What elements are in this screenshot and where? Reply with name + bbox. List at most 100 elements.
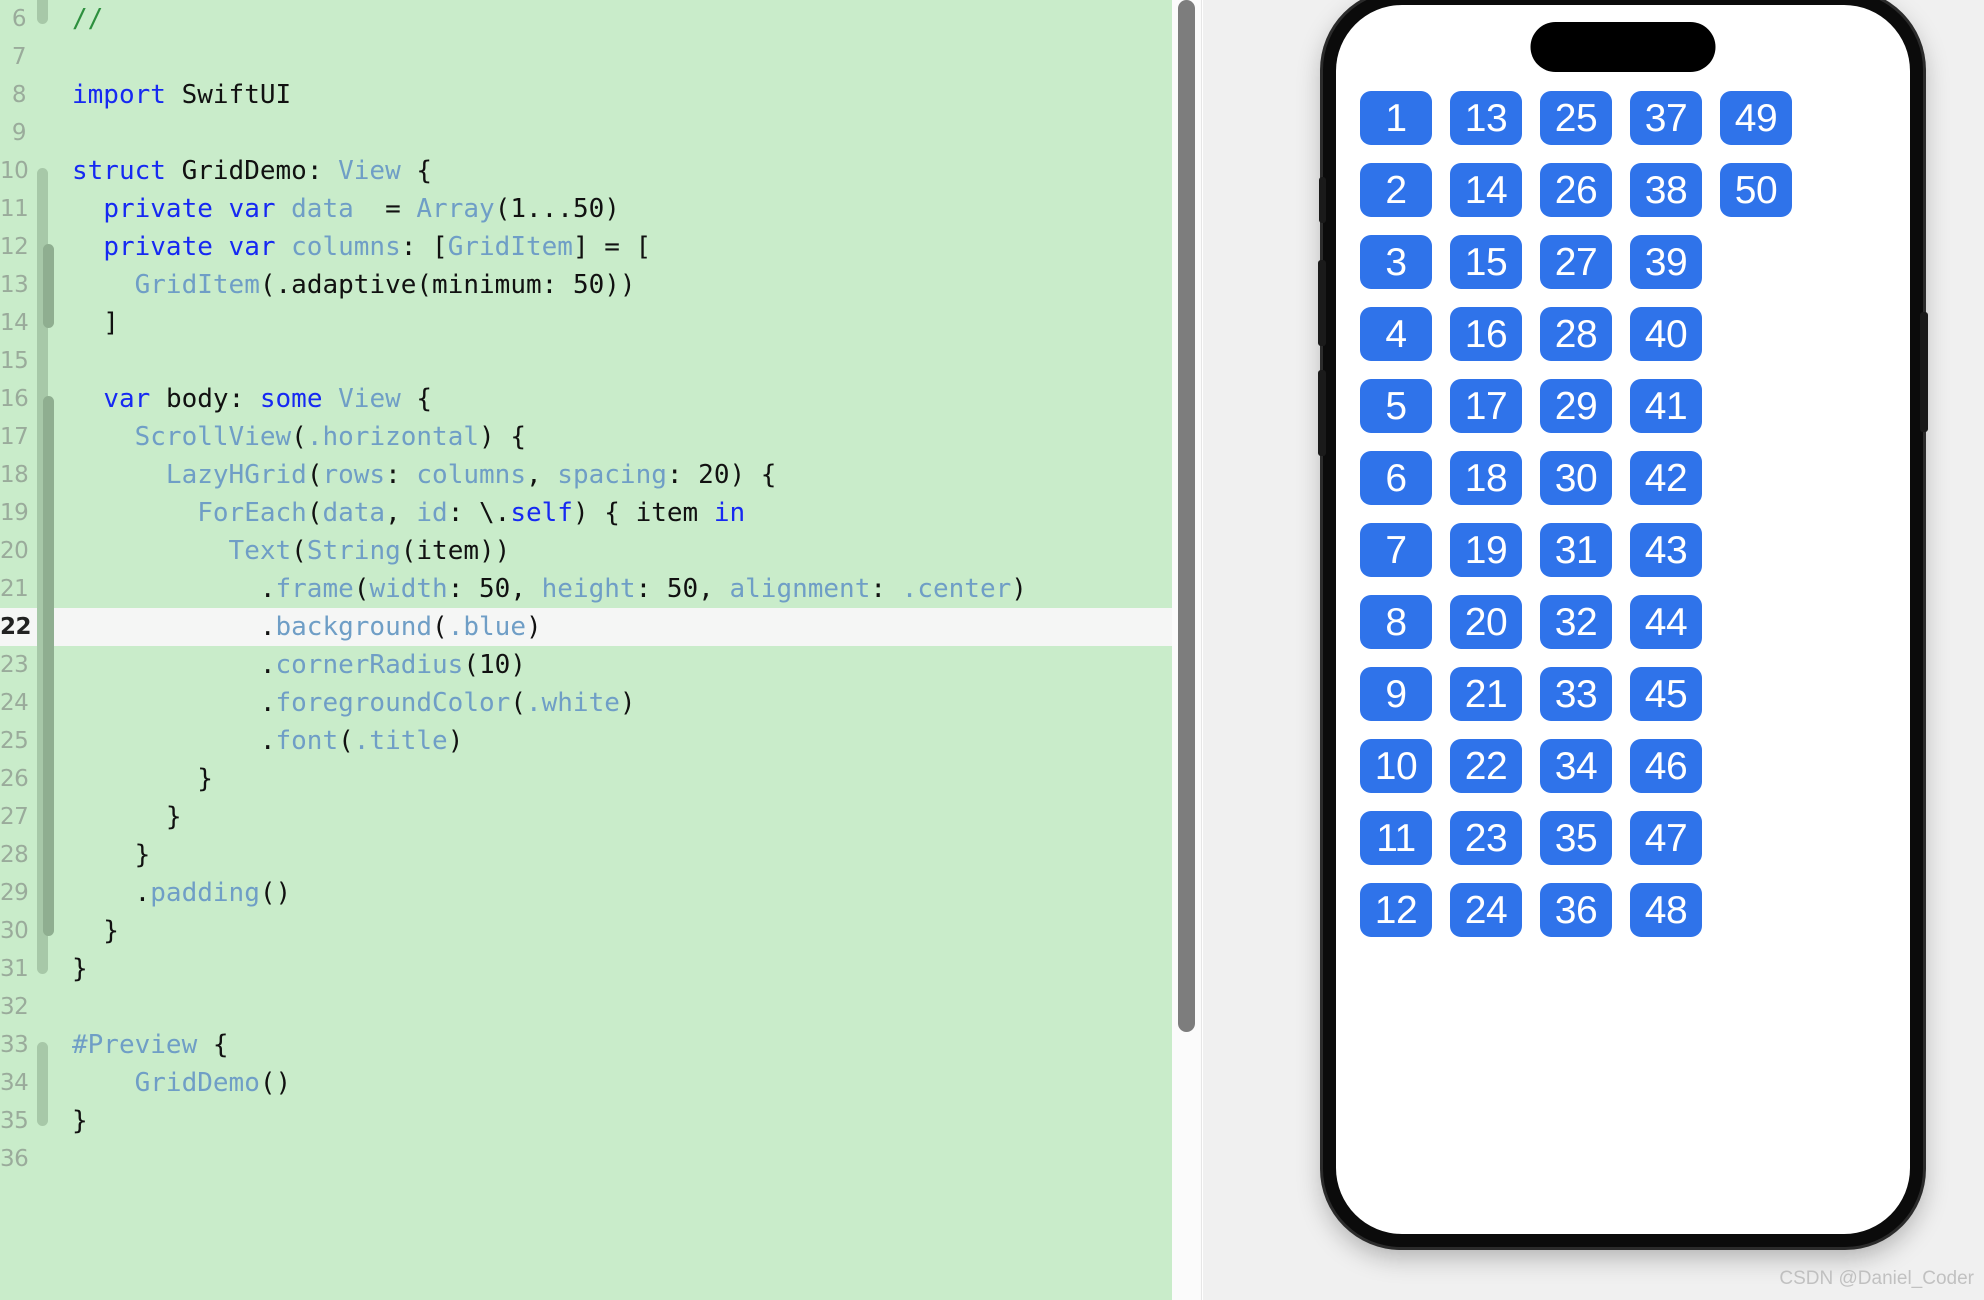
code-token: Array <box>416 194 495 224</box>
grid-cell[interactable]: 40 <box>1630 307 1702 361</box>
grid-cell[interactable]: 33 <box>1540 667 1612 721</box>
code-line[interactable]: 11 private var data = Array(1...50) <box>0 190 1172 228</box>
grid-cell[interactable]: 25 <box>1540 91 1612 145</box>
grid-cell[interactable]: 3 <box>1360 235 1432 289</box>
grid-cell[interactable]: 4 <box>1360 307 1432 361</box>
grid-cell[interactable]: 41 <box>1630 379 1702 433</box>
lazy-hgrid[interactable]: 1 2 3 4 5 6 7 8 9 10 11 12 13 14 15 16 17 18 19 20 21 22 23 24 2… <box>1360 91 1792 937</box>
grid-cell[interactable]: 37 <box>1630 91 1702 145</box>
code-editor-pane[interactable]: 6 // 7 8 import SwiftUI 9 10 struct GridDemo: V… <box>0 0 1172 1300</box>
grid-cell[interactable]: 43 <box>1630 523 1702 577</box>
grid-cell[interactable]: 26 <box>1540 163 1612 217</box>
code-line[interactable]: 12 private var columns: [GridItem] = [ <box>0 228 1172 266</box>
grid-cell[interactable]: 11 <box>1360 811 1432 865</box>
grid-cell[interactable]: 35 <box>1540 811 1612 865</box>
grid-cell[interactable]: 12 <box>1360 883 1432 937</box>
grid-cell[interactable]: 38 <box>1630 163 1702 217</box>
power-button[interactable] <box>1920 312 1928 432</box>
grid-cell[interactable]: 8 <box>1360 595 1432 649</box>
grid-cell[interactable]: 16 <box>1450 307 1522 361</box>
grid-cell[interactable]: 24 <box>1450 883 1522 937</box>
volume-down-button[interactable] <box>1318 370 1326 456</box>
code-line[interactable]: 10 struct GridDemo: View { <box>0 152 1172 190</box>
grid-cell[interactable]: 29 <box>1540 379 1612 433</box>
grid-cell[interactable]: 23 <box>1450 811 1522 865</box>
code-line[interactable]: 28 } <box>0 836 1172 874</box>
code-lines[interactable]: 6 // 7 8 import SwiftUI 9 10 struct GridDemo: V… <box>0 0 1172 1178</box>
grid-cell[interactable]: 22 <box>1450 739 1522 793</box>
grid-cell[interactable]: 50 <box>1720 163 1792 217</box>
code-line[interactable]: 34 GridDemo() <box>0 1064 1172 1102</box>
code-line[interactable]: 22 .background(.blue) <box>0 608 1172 646</box>
code-token: View <box>338 156 401 186</box>
code-line[interactable]: 26 } <box>0 760 1172 798</box>
grid-cell[interactable]: 36 <box>1540 883 1612 937</box>
code-line[interactable]: 24 .foregroundColor(.white) <box>0 684 1172 722</box>
code-line[interactable]: 23 .cornerRadius(10) <box>0 646 1172 684</box>
code-line[interactable]: 30 } <box>0 912 1172 950</box>
code-line[interactable]: 27 } <box>0 798 1172 836</box>
code-line[interactable]: 21 .frame(width: 50, height: 50, alignme… <box>0 570 1172 608</box>
grid-cell[interactable]: 13 <box>1450 91 1522 145</box>
grid-cell[interactable]: 10 <box>1360 739 1432 793</box>
grid-cell[interactable]: 15 <box>1450 235 1522 289</box>
code-line[interactable]: 13 GridItem(.adaptive(minimum: 50)) <box>0 266 1172 304</box>
code-line[interactable]: 33 #Preview { <box>0 1026 1172 1064</box>
code-line[interactable]: 15 <box>0 342 1172 380</box>
grid-cell[interactable]: 46 <box>1630 739 1702 793</box>
code-line[interactable]: 18 LazyHGrid(rows: columns, spacing: 20)… <box>0 456 1172 494</box>
code-line[interactable]: 32 <box>0 988 1172 1026</box>
code-line[interactable]: 29 .padding() <box>0 874 1172 912</box>
code-line[interactable]: 14 ] <box>0 304 1172 342</box>
grid-cell[interactable]: 19 <box>1450 523 1522 577</box>
code-line[interactable]: 16 var body: some View { <box>0 380 1172 418</box>
silent-switch-button[interactable] <box>1319 177 1326 223</box>
grid-cell[interactable]: 18 <box>1450 451 1522 505</box>
code-line[interactable]: 8 import SwiftUI <box>0 76 1172 114</box>
code-token: : 50, <box>447 574 542 604</box>
grid-cell[interactable]: 34 <box>1540 739 1612 793</box>
code-token: . <box>72 726 276 756</box>
grid-cell[interactable]: 49 <box>1720 91 1792 145</box>
grid-cell[interactable]: 1 <box>1360 91 1432 145</box>
grid-cell[interactable]: 39 <box>1630 235 1702 289</box>
volume-up-button[interactable] <box>1318 260 1326 346</box>
grid-cell[interactable]: 28 <box>1540 307 1612 361</box>
editor-vertical-scrollbar-track[interactable] <box>1172 0 1202 1300</box>
code-token: ) <box>619 688 636 718</box>
grid-cell[interactable]: 5 <box>1360 379 1432 433</box>
grid-cell[interactable]: 44 <box>1630 595 1702 649</box>
code-token: GridItem <box>134 270 260 300</box>
grid-cell[interactable]: 32 <box>1540 595 1612 649</box>
grid-cell[interactable]: 14 <box>1450 163 1522 217</box>
code-line[interactable]: 17 ScrollView(.horizontal) { <box>0 418 1172 456</box>
code-line[interactable]: 20 Text(String(item)) <box>0 532 1172 570</box>
code-line[interactable]: 7 <box>0 38 1172 76</box>
grid-cell[interactable]: 7 <box>1360 523 1432 577</box>
code-line[interactable]: 25 .font(.title) <box>0 722 1172 760</box>
grid-cell[interactable]: 6 <box>1360 451 1432 505</box>
grid-cell[interactable]: 27 <box>1540 235 1612 289</box>
dynamic-island <box>1530 22 1716 72</box>
grid-cell[interactable]: 47 <box>1630 811 1702 865</box>
grid-cell[interactable]: 45 <box>1630 667 1702 721</box>
editor-vertical-scrollbar-thumb[interactable] <box>1178 0 1195 1032</box>
code-line[interactable]: 19 ForEach(data, id: \.self) { item in <box>0 494 1172 532</box>
grid-cell[interactable]: 2 <box>1360 163 1432 217</box>
grid-cell[interactable]: 21 <box>1450 667 1522 721</box>
grid-cell[interactable]: 20 <box>1450 595 1522 649</box>
code-line-text: private var columns: [GridItem] = [ <box>62 228 1172 266</box>
code-token: ( <box>338 726 354 756</box>
grid-cell[interactable]: 17 <box>1450 379 1522 433</box>
grid-cell[interactable]: 31 <box>1540 523 1612 577</box>
grid-cell[interactable]: 30 <box>1540 451 1612 505</box>
code-line[interactable]: 9 <box>0 114 1172 152</box>
grid-cell[interactable]: 9 <box>1360 667 1432 721</box>
code-line[interactable]: 36 <box>0 1140 1172 1178</box>
code-line[interactable]: 31} <box>0 950 1172 988</box>
line-number: 35 <box>0 1108 29 1134</box>
grid-cell[interactable]: 48 <box>1630 883 1702 937</box>
code-line[interactable]: 6 // <box>0 0 1172 38</box>
grid-cell[interactable]: 42 <box>1630 451 1702 505</box>
code-line[interactable]: 35} <box>0 1102 1172 1140</box>
